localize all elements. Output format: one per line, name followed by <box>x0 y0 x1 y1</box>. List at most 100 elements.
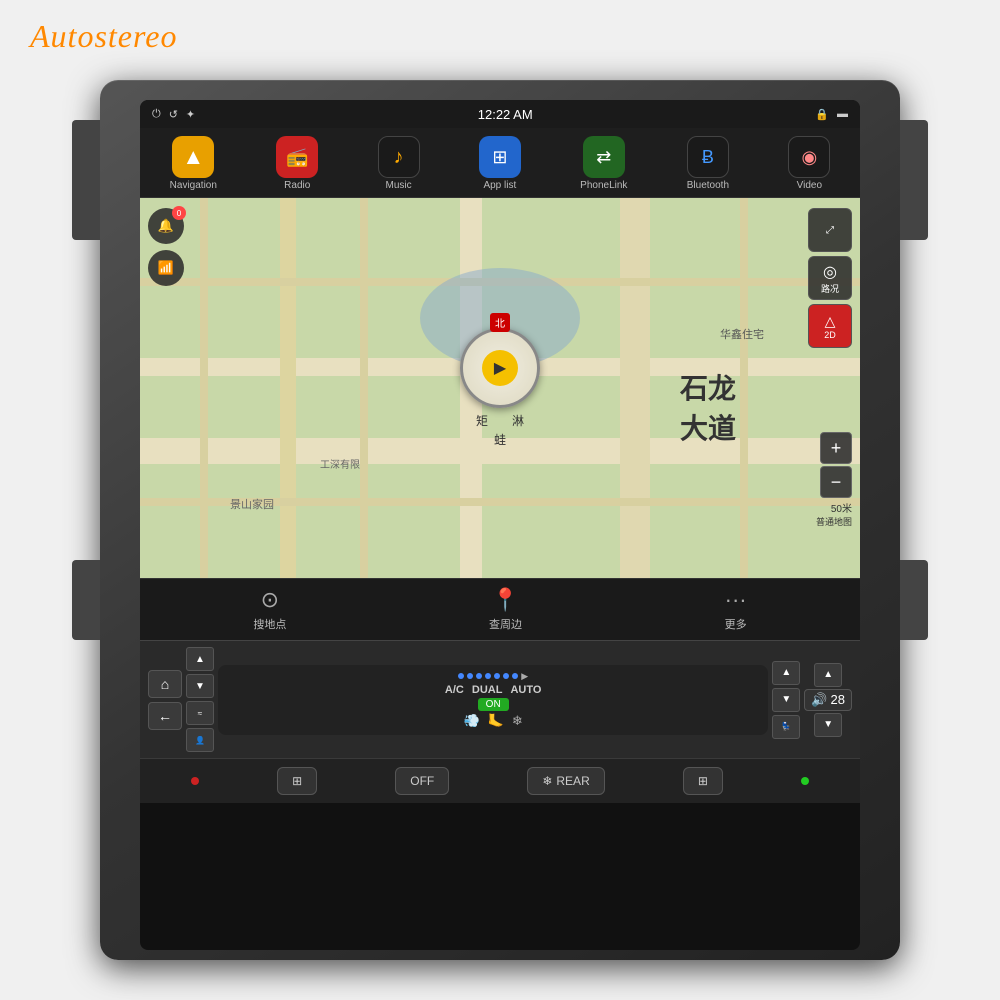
app-phonelink[interactable]: ⇄ PhoneLink <box>572 134 635 193</box>
fullscreen-button[interactable]: ⤢ <box>808 208 852 252</box>
navigation-icon: ▲ <box>172 136 214 178</box>
mount-tab-right <box>900 120 928 240</box>
grid-icon-2: ⊞ <box>698 774 708 788</box>
scale-label: 50米 <box>816 500 852 515</box>
more-icon: ··· <box>725 587 747 613</box>
volume-control: ▲ 🔊 28 ▼ <box>804 663 852 737</box>
off-button[interactable]: OFF <box>395 767 449 795</box>
music-label: Music <box>385 180 411 191</box>
app-applist[interactable]: ⊞ App list <box>471 134 529 193</box>
nearby-button[interactable]: 📍 查周边 <box>489 587 522 632</box>
rear-button[interactable]: ❄ REAR <box>527 767 604 795</box>
bottom-right-dot <box>801 777 809 785</box>
nearby-icon: 📍 <box>492 587 519 613</box>
back-icon: ← <box>158 708 172 724</box>
app-radio[interactable]: 📻 Radio <box>268 134 326 193</box>
bluetooth-label: Bluetooth <box>687 180 729 191</box>
video-icon: ◉ <box>788 136 830 178</box>
airflow-mode-icons: 💨 🦶 ❄ <box>464 713 523 729</box>
app-video[interactable]: ◉ Video <box>780 134 838 193</box>
climate-area: ⌂ ← ▲ ▼ ≈ 👤 <box>140 640 860 758</box>
map-area[interactable]: 石龙 大道 华鑫住宅 景山家园 工深有限 路 🔔 0 📶 <box>140 198 860 578</box>
mute-badge: 0 <box>172 206 186 220</box>
road-condition-button[interactable]: ◎ 路况 <box>808 256 852 300</box>
fan-arrow: ▶ <box>521 671 528 682</box>
app-music[interactable]: ♪ Music <box>370 134 428 193</box>
lock-icon: 🔒 <box>815 108 829 121</box>
map-center-marker: 北 ▶ 矩 淋 蛙 <box>460 328 540 448</box>
more-button[interactable]: ··· 更多 <box>725 587 747 632</box>
climate-display: ▶ A/C DUAL AUTO ON 💨 🦶 ❄ <box>218 665 768 735</box>
applist-icon: ⊞ <box>479 136 521 178</box>
mute-button[interactable]: 🔔 0 <box>148 208 184 244</box>
rotate-icon: ↺ <box>169 108 178 121</box>
search-label: 搜地点 <box>253 616 286 632</box>
dir-left: 矩 <box>476 412 488 429</box>
fan-up-button[interactable]: ▲ <box>186 647 214 671</box>
mount-tab-bottom-right <box>900 560 928 640</box>
phonelink-icon: ⇄ <box>583 136 625 178</box>
fullscreen-icon: ⤢ <box>826 225 834 236</box>
airflow-face-icon[interactable]: 💨 <box>464 713 480 729</box>
airflow-feet-icon[interactable]: 🦶 <box>488 713 504 729</box>
app-bar: ▲ Navigation 📻 Radio ♪ Music ⊞ A <box>140 128 860 198</box>
mount-tab-bottom-left <box>72 560 100 640</box>
back-button[interactable]: ← <box>148 702 182 730</box>
bottom-grid-btn-2[interactable]: ⊞ <box>683 767 723 795</box>
app-navigation[interactable]: ▲ Navigation <box>162 134 225 193</box>
fan-dot-5 <box>494 673 500 679</box>
volume-level: 28 <box>831 692 845 707</box>
fan-dot-3 <box>476 673 482 679</box>
volume-up-button[interactable]: ▲ <box>814 663 842 687</box>
status-bar: ⏻ ↺ ✦ 12:22 AM 🔒 ▬ <box>140 100 860 128</box>
home-icon: ⌂ <box>161 676 169 692</box>
battery-icon: ▬ <box>837 108 848 120</box>
mount-tab-left <box>72 120 100 240</box>
dir-right: 淋 <box>512 412 524 429</box>
brightness-icon: ✦ <box>186 108 195 121</box>
compass-ring[interactable]: 北 ▶ <box>460 328 540 408</box>
seat-heat-icon: 👤 <box>186 728 214 752</box>
bottom-grid-btn-1[interactable]: ⊞ <box>277 767 317 795</box>
search-place-button[interactable]: ⊙ 搜地点 <box>253 587 286 632</box>
ac-label[interactable]: A/C <box>445 684 464 696</box>
indicator-dot-green <box>801 777 809 785</box>
bottom-left-dot <box>191 777 199 785</box>
map-scale: 50米 普通地图 <box>816 500 852 528</box>
fan-right-up-button[interactable]: ▲ <box>772 661 800 685</box>
scale-sublabel: 普通地图 <box>816 515 852 528</box>
fan-right-controls: ▲ ▼ 💺 <box>772 661 800 739</box>
compass-north: 北 <box>490 313 510 332</box>
play-button[interactable]: ▶ <box>482 350 518 386</box>
app-bluetooth[interactable]: Ƀ Bluetooth <box>679 134 737 193</box>
airflow-defrost-icon[interactable]: ❄ <box>512 713 523 729</box>
video-label: Video <box>797 180 822 191</box>
view-2d-label: 2D <box>824 330 836 340</box>
off-label: OFF <box>410 774 434 788</box>
fan-down-button[interactable]: ▼ <box>186 674 214 698</box>
dual-label[interactable]: DUAL <box>472 684 503 696</box>
climate-on-badge: ON <box>478 698 509 711</box>
search-icon: ⊙ <box>261 587 279 613</box>
nav-bottom-buttons: ⊙ 搜地点 📍 查周边 ··· 更多 <box>140 578 860 640</box>
fan-right-down-button[interactable]: ▼ <box>772 688 800 712</box>
zoom-out-button[interactable]: − <box>820 466 852 498</box>
bottom-controls: ⊞ OFF ❄ REAR ⊞ <box>140 758 860 803</box>
view-2d-button[interactable]: △ 2D <box>808 304 852 348</box>
zoom-in-button[interactable]: + <box>820 432 852 464</box>
music-icon: ♪ <box>378 136 420 178</box>
brand-watermark: Autostereo <box>30 18 177 55</box>
view-2d-icon: △ <box>825 313 836 330</box>
grid-icon-1: ⊞ <box>292 774 302 788</box>
mute-icon: 🔔 <box>158 218 174 234</box>
svg-text:石龙: 石龙 <box>679 373 736 405</box>
auto-label[interactable]: AUTO <box>510 684 541 696</box>
home-button[interactable]: ⌂ <box>148 670 182 698</box>
fan-dot-4 <box>485 673 491 679</box>
rear-label: REAR <box>556 774 589 788</box>
fan-dot-7 <box>512 673 518 679</box>
volume-down-button[interactable]: ▼ <box>814 713 842 737</box>
status-left-icons: ⏻ ↺ ✦ <box>152 108 195 121</box>
wifi-button[interactable]: 📶 <box>148 250 184 286</box>
volume-display: 🔊 28 <box>804 689 852 711</box>
